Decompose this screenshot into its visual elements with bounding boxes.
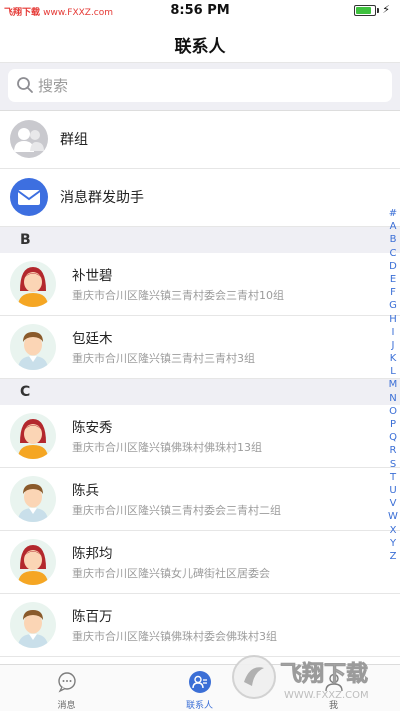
page-title: 联系人 [174,37,226,57]
index-letter[interactable]: E [386,273,400,286]
charging-icon: ⚡ [382,3,390,16]
group-icon [10,120,48,158]
contact-address: 重庆市合川区隆兴镇女儿碑街社区居委会 [72,567,270,580]
index-letter[interactable]: U [386,484,400,497]
search-placeholder: 搜索 [38,77,69,95]
search-input[interactable]: 搜索 [8,69,392,102]
index-letter[interactable]: F [386,286,400,299]
index-letter[interactable]: S [386,458,400,471]
tab-label: 消息 [57,701,76,711]
index-letter[interactable]: K [386,352,400,365]
index-letter[interactable]: C [386,247,400,260]
index-letter[interactable]: W [386,510,400,523]
index-letter[interactable]: A [386,220,400,233]
contact-address: 重庆市合川区隆兴镇三青村委会三青村二组 [72,504,281,517]
index-letter[interactable]: # [386,207,400,220]
index-letter[interactable]: V [386,497,400,510]
index-letter[interactable]: I [386,326,400,339]
alphabet-index[interactable]: # A B C D E F G H I J K L M N O P Q R S … [386,207,400,563]
contact-row[interactable]: 补世碧 重庆市合川区隆兴镇三青村委会三青村10组 [0,253,400,316]
nav-bar: 联系人 [0,22,400,63]
group-row[interactable]: 群组 [0,111,400,169]
section-letter: B [20,232,31,248]
section-letter: C [20,384,31,400]
female-avatar-icon [10,261,56,307]
index-letter[interactable]: H [386,313,400,326]
mail-icon [10,178,48,216]
contact-name: 陈兵 [72,483,99,499]
contact-address: 重庆市合川区隆兴镇佛珠村委会佛珠村3组 [72,630,277,643]
contact-name: 陈邦均 [72,546,113,562]
index-letter[interactable]: G [386,299,400,312]
tab-messages[interactable]: 消息 [0,665,133,711]
index-letter[interactable]: L [386,365,400,378]
male-avatar-icon [10,602,56,648]
index-letter[interactable]: D [386,260,400,273]
index-letter[interactable]: B [386,233,400,246]
watermark-logo: 飞翔下载 WWW.FXXZ.COM [232,655,369,701]
group-label: 群组 [60,132,88,148]
female-avatar-icon [10,413,56,459]
index-letter[interactable]: T [386,471,400,484]
index-letter[interactable]: N [386,392,400,405]
contact-name: 包廷木 [72,331,113,347]
contact-row[interactable]: 陈兵 重庆市合川区隆兴镇三青村委会三青村二组 [0,468,400,531]
section-header-b: B [0,227,400,253]
index-letter[interactable]: Q [386,431,400,444]
female-avatar-icon [10,539,56,585]
contact-name: 陈安秀 [72,420,113,436]
watermark-badge-cn: 飞翔下载 [280,661,368,687]
index-letter[interactable]: Z [386,550,400,563]
contact-row[interactable]: 陈安秀 重庆市合川区隆兴镇佛珠村佛珠村13组 [0,405,400,468]
index-letter[interactable]: O [386,405,400,418]
contact-row[interactable]: 包廷木 重庆市合川区隆兴镇三青村三青村3组 [0,316,400,379]
chat-bubble-icon [57,672,76,693]
battery-icon [354,5,379,16]
contact-row[interactable]: 陈邦均 重庆市合川区隆兴镇女儿碑街社区居委会 [0,531,400,594]
section-header-c: C [0,379,400,405]
index-letter[interactable]: X [386,524,400,537]
index-letter[interactable]: J [386,339,400,352]
search-bar: 搜索 [0,63,400,111]
watermark-badge-url: WWW.FXXZ.COM [284,690,369,701]
contact-address: 重庆市合川区隆兴镇三青村委会三青村10组 [72,289,284,302]
mass-message-label: 消息群发助手 [60,190,144,206]
contact-address: 重庆市合川区隆兴镇三青村三青村3组 [72,352,255,365]
male-avatar-icon [10,476,56,522]
male-avatar-icon [10,324,56,370]
status-bar: 飞翔下载 www.FXXZ.com 8:56 PM ⚡ [0,0,400,22]
index-letter[interactable]: R [386,444,400,457]
contact-name: 补世碧 [72,268,113,284]
contact-name: 陈百万 [72,609,113,625]
status-time: 8:56 PM [170,3,230,18]
index-letter[interactable]: P [386,418,400,431]
contact-address: 重庆市合川区隆兴镇佛珠村佛珠村13组 [72,441,262,454]
contacts-icon [188,671,211,693]
search-icon [17,77,33,93]
index-letter[interactable]: M [386,378,400,391]
index-letter[interactable]: Y [386,537,400,550]
mass-message-row[interactable]: 消息群发助手 [0,169,400,227]
